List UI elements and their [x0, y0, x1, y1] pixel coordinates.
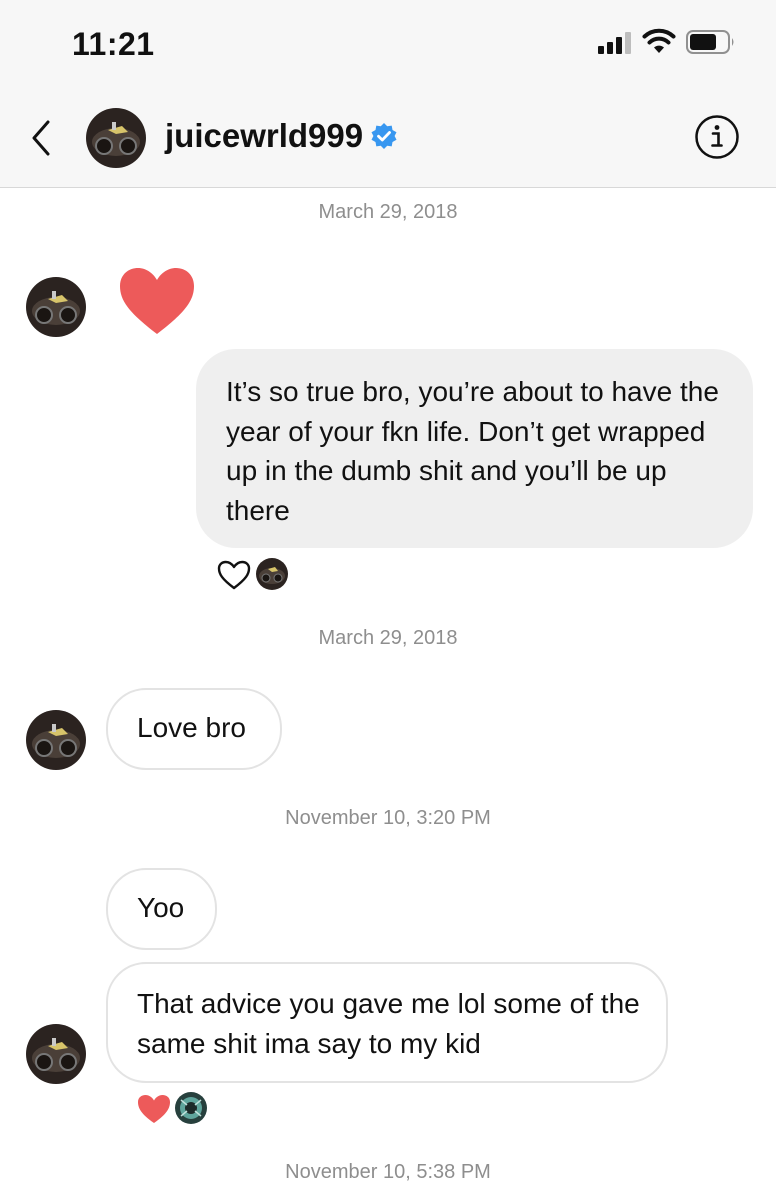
- avatar-image: [26, 1024, 86, 1084]
- chat-header: juicewrld999: [0, 90, 776, 188]
- status-bar: 11:21: [0, 0, 776, 90]
- sender-avatar[interactable]: [26, 710, 86, 770]
- message-text: Love bro: [137, 712, 246, 743]
- battery-icon: [686, 30, 734, 54]
- cellular-signal-icon: [598, 32, 634, 54]
- message-bubble-received[interactable]: Love bro: [106, 688, 282, 770]
- heart-outline-icon[interactable]: [217, 560, 251, 590]
- avatar-image: [86, 108, 146, 168]
- avatar-image: [26, 277, 86, 337]
- username[interactable]: juicewrld999: [165, 117, 363, 155]
- profile-avatar[interactable]: [86, 108, 146, 168]
- sender-avatar[interactable]: [26, 277, 86, 337]
- info-button[interactable]: [694, 114, 740, 160]
- message-text: It’s so true bro, you’re about to have t…: [226, 376, 719, 526]
- back-button[interactable]: [26, 118, 56, 158]
- avatar-image: [26, 710, 86, 770]
- message-bubble-received[interactable]: Yoo: [106, 868, 217, 950]
- wifi-icon: [642, 28, 676, 53]
- status-time: 11:21: [72, 26, 155, 62]
- date-separator: March 29, 2018: [318, 201, 458, 223]
- avatar-image: [256, 558, 288, 590]
- date-separator: March 29, 2018: [318, 627, 458, 649]
- heart-reaction-icon[interactable]: [136, 1093, 172, 1125]
- date-separator: November 10, 5:38 PM: [285, 1161, 491, 1183]
- message-bubble-received[interactable]: That advice you gave me lol some of the …: [106, 962, 668, 1083]
- message-text: That advice you gave me lol some of the …: [137, 988, 640, 1059]
- message-bubble-sent[interactable]: It’s so true bro, you’re about to have t…: [196, 349, 753, 548]
- avatar-image: [175, 1092, 207, 1124]
- reactor-avatar: [175, 1092, 207, 1124]
- date-separator: November 10, 3:20 PM: [285, 807, 491, 829]
- sender-avatar[interactable]: [26, 1024, 86, 1084]
- heart-icon[interactable]: [118, 266, 196, 336]
- message-text: Yoo: [137, 892, 185, 923]
- reactor-avatar: [256, 558, 288, 590]
- verified-badge-icon: [371, 123, 397, 149]
